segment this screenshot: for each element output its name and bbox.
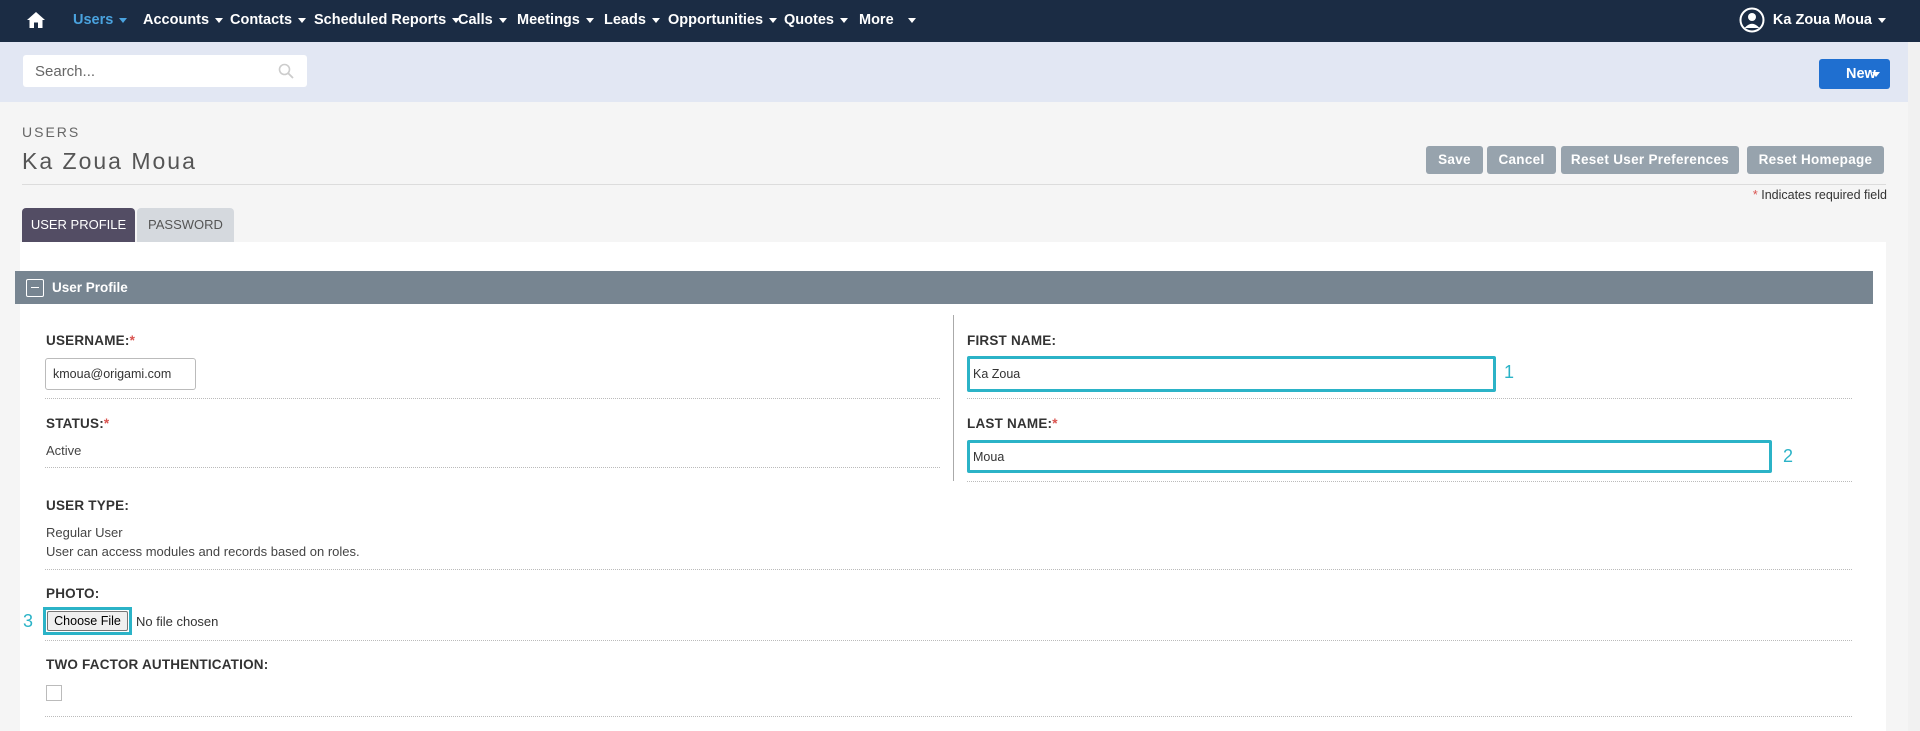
panel-header-user-profile[interactable]: User Profile: [15, 271, 1873, 304]
first-name-label: FIRST NAME:: [967, 333, 1057, 348]
user-name: Ka Zoua Moua: [1772, 12, 1872, 28]
tab-password[interactable]: PASSWORD: [137, 208, 234, 242]
field-divider: [967, 481, 1852, 482]
choose-file-button[interactable]: Choose File: [47, 611, 128, 631]
chevron-down-icon: [651, 17, 660, 23]
status-value: Active: [46, 443, 82, 458]
user-type-value: Regular User: [46, 525, 123, 540]
first-name-field[interactable]: [967, 356, 1496, 392]
chevron-down-icon: [298, 17, 307, 23]
panel-title: User Profile: [52, 280, 128, 295]
nav-item-scheduled-reports[interactable]: Scheduled Reports: [314, 0, 461, 42]
nav-item-users[interactable]: Users: [73, 0, 128, 42]
user-type-description: User can access modules and records base…: [46, 544, 360, 559]
cancel-button[interactable]: Cancel: [1487, 146, 1556, 174]
chevron-down-icon: [1872, 72, 1880, 77]
annotation-marker-2: 2: [1783, 446, 1794, 466]
user-avatar-icon: [1739, 7, 1765, 33]
record-name: Ka Zoua Moua: [22, 148, 197, 174]
scrollbar[interactable]: [1908, 42, 1920, 731]
username-label: USERNAME:*: [46, 333, 136, 348]
save-button[interactable]: Save: [1426, 146, 1483, 174]
chevron-down-icon: [119, 17, 128, 23]
last-name-field[interactable]: [967, 440, 1772, 473]
column-divider: [953, 315, 954, 481]
two-factor-label: TWO FACTOR AUTHENTICATION:: [46, 657, 269, 672]
user-menu[interactable]: Ka Zoua Moua: [1739, 0, 1886, 42]
annotation-marker-1: 1: [1504, 362, 1515, 382]
chevron-down-icon: [585, 17, 594, 23]
field-divider: [45, 640, 1852, 641]
header-divider: [22, 184, 1886, 185]
chevron-down-icon: [839, 17, 848, 23]
field-divider: [45, 467, 940, 468]
username-field[interactable]: [45, 358, 196, 390]
new-button[interactable]: New: [1819, 59, 1890, 89]
nav-item-quotes[interactable]: Quotes: [784, 0, 848, 42]
tab-user-profile[interactable]: USER PROFILE: [22, 208, 135, 242]
field-divider: [45, 716, 1852, 717]
collapse-icon[interactable]: [26, 279, 44, 297]
chevron-down-icon: [1878, 17, 1886, 23]
top-navigation-bar: Users Accounts Contacts Scheduled Report…: [0, 0, 1920, 42]
chevron-down-icon: [498, 17, 507, 23]
module-title: USERS: [22, 124, 81, 140]
chevron-down-icon: [769, 17, 778, 23]
nav-item-meetings[interactable]: Meetings: [517, 0, 594, 42]
field-divider: [967, 398, 1852, 399]
reset-user-preferences-button[interactable]: Reset User Preferences: [1561, 146, 1739, 174]
nav-item-accounts[interactable]: Accounts: [143, 0, 224, 42]
chevron-down-icon: [907, 17, 916, 23]
search-input[interactable]: [23, 55, 263, 87]
last-name-label: LAST NAME:*: [967, 416, 1058, 431]
chevron-down-icon: [215, 17, 224, 23]
field-divider: [45, 398, 940, 399]
status-label: STATUS:*: [46, 416, 110, 431]
search-icon[interactable]: [278, 63, 294, 79]
nav-item-contacts[interactable]: Contacts: [230, 0, 307, 42]
search-bar-area: New: [0, 42, 1920, 102]
nav-item-more[interactable]: More: [859, 0, 916, 42]
nav-item-calls[interactable]: Calls: [458, 0, 507, 42]
nav-item-opportunities[interactable]: Opportunities: [668, 0, 778, 42]
reset-homepage-button[interactable]: Reset Homepage: [1747, 146, 1884, 174]
required-field-note: * Indicates required field: [1752, 188, 1887, 202]
nav-item-leads[interactable]: Leads: [604, 0, 660, 42]
field-divider: [45, 569, 1852, 570]
user-type-label: USER TYPE:: [46, 498, 130, 513]
annotation-marker-3: 3: [23, 611, 34, 631]
search-box: [23, 55, 307, 87]
photo-label: PHOTO:: [46, 586, 100, 601]
two-factor-checkbox[interactable]: [46, 685, 62, 701]
home-icon[interactable]: [26, 10, 46, 30]
no-file-chosen-text: No file chosen: [136, 614, 219, 629]
